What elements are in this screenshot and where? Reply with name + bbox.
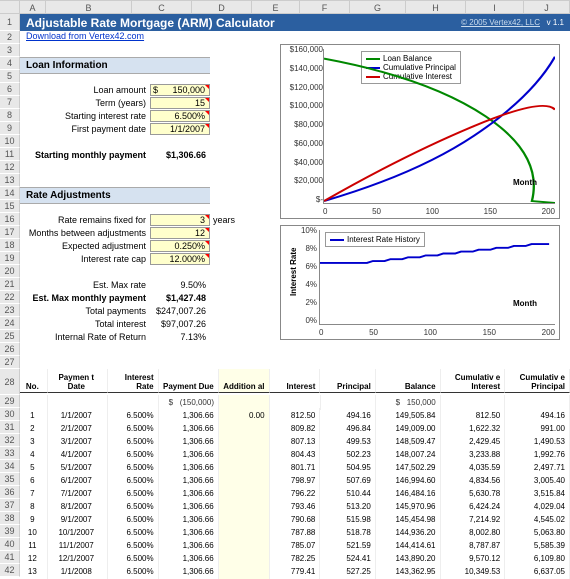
input-fixed[interactable]: 3 xyxy=(150,214,210,226)
schedule-header: No. Paymen t Date Interest Rate Payment … xyxy=(20,369,570,393)
copyright-link[interactable]: © 2005 Vertex42, LLC xyxy=(461,18,540,27)
column-headers: A B C D E F G H I J xyxy=(0,0,570,14)
value-start_pmt: $1,306.66 xyxy=(150,150,210,160)
value-maxrate: 9.50% xyxy=(150,280,210,290)
balance-chart: Loan Balance Cumulative Principal Cumula… xyxy=(280,44,560,219)
version-label: v 1.1 xyxy=(547,18,564,27)
input-expected[interactable]: 0.250% xyxy=(150,240,210,252)
value-irr: 7.13% xyxy=(150,332,210,342)
input-amount[interactable]: $150,000 xyxy=(150,84,210,96)
input-months[interactable]: 12 xyxy=(150,227,210,239)
rate-history-chart: Interest Rate History Interest Rate 10%8… xyxy=(280,225,560,340)
title-bar: Adjustable Rate Mortgage (ARM) Calculato… xyxy=(20,14,570,31)
download-link[interactable]: Download from Vertex42.com xyxy=(20,31,144,41)
input-cap[interactable]: 12.000% xyxy=(150,253,210,265)
schedule-row: 131/1/20086.500%1,306.66 779.41527.25143… xyxy=(20,564,570,579)
input-start_rate[interactable]: 6.500% xyxy=(150,110,210,122)
input-term[interactable]: 15 xyxy=(150,97,210,109)
app-title: Adjustable Rate Mortgage (ARM) Calculato… xyxy=(26,16,275,30)
spreadsheet: A B C D E F G H I J 1 Adjustable Rate Mo… xyxy=(0,0,570,577)
input-first_date[interactable]: 1/1/2007 xyxy=(150,123,210,135)
value-totpmt: $247,007.26 xyxy=(150,306,210,316)
value-totint: $97,007.26 xyxy=(150,319,210,329)
value-maxpmt: $1,427.48 xyxy=(150,293,210,303)
